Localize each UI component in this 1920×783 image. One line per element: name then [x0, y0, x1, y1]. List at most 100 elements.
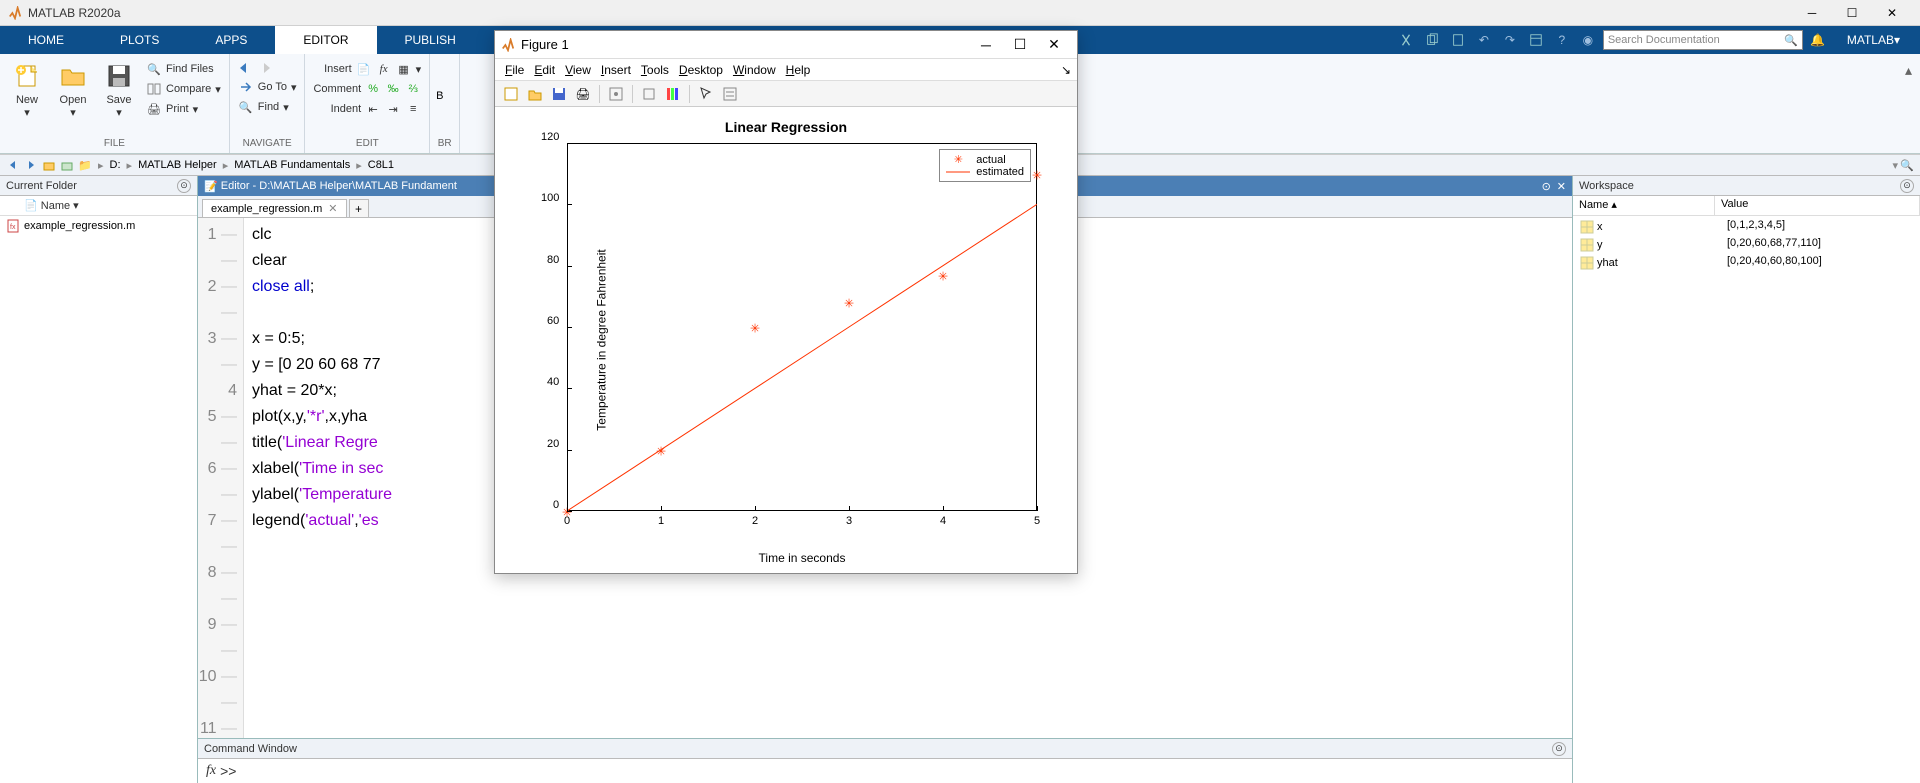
legend[interactable]: ✳actual estimated [939, 149, 1031, 182]
cut-icon[interactable] [1395, 29, 1417, 51]
colorbar-icon[interactable] [663, 84, 683, 104]
current-folder-title: Current Folder [6, 180, 77, 192]
file-item[interactable]: fx example_regression.m [4, 218, 193, 234]
window-titlebar: MATLAB R2020a ─ ☐ ✕ [0, 0, 1920, 26]
figure-menubar: File Edit View Insert Tools Desktop Wind… [495, 59, 1077, 81]
redo-icon[interactable]: ↷ [1499, 29, 1521, 51]
print-button[interactable]: 🖨Print ▾ [144, 100, 223, 118]
editor-tab[interactable]: example_regression.m✕ [202, 199, 347, 217]
panel-menu-icon[interactable]: ⊙ [177, 179, 191, 193]
addr-search-icon[interactable]: 🔍 [1898, 156, 1916, 174]
fig-minimize-button[interactable]: ─ [969, 33, 1003, 57]
addons-icon[interactable]: ◉ [1577, 29, 1599, 51]
editor-path: Editor - D:\MATLAB Helper\MATLAB Fundame… [221, 180, 457, 192]
copy-icon[interactable] [1421, 29, 1443, 51]
compare-button[interactable]: Compare ▾ [144, 80, 223, 98]
rotate-icon[interactable] [639, 84, 659, 104]
tab-apps[interactable]: APPS [187, 26, 275, 54]
minimize-button[interactable]: ─ [1792, 0, 1832, 26]
newfig-icon[interactable] [501, 84, 521, 104]
save-button[interactable]: Save▾ [98, 60, 140, 119]
file-group-label: FILE [6, 138, 223, 151]
workspace-var[interactable]: yhat[0,20,40,60,80,100] [1573, 254, 1920, 272]
data-point: ✳ [750, 318, 760, 337]
ws-col-name[interactable]: Name ▴ [1573, 196, 1715, 215]
legend-line-estimated [946, 168, 970, 176]
figure-window[interactable]: Figure 1 ─ ☐ ✕ File Edit View Insert Too… [494, 30, 1078, 574]
cf-col-name[interactable]: 📄 Name ▾ [24, 199, 79, 212]
workspace-var[interactable]: x[0,1,2,3,4,5] [1573, 218, 1920, 236]
insertlegend-icon[interactable] [720, 84, 740, 104]
tab-editor[interactable]: EDITOR [275, 26, 376, 54]
tab-close-icon[interactable]: ✕ [328, 202, 337, 215]
pointer-icon[interactable] [696, 84, 716, 104]
addr-up-icon[interactable] [40, 156, 58, 174]
crumb-2[interactable]: MATLAB Fundamentals [232, 159, 352, 171]
nav-back-icon[interactable] [236, 60, 258, 76]
editor-menu-icon[interactable]: ⊙ [1542, 180, 1551, 193]
menu-window[interactable]: Window [729, 63, 780, 77]
menu-view[interactable]: View [561, 63, 595, 77]
data-point: ✳ [844, 293, 854, 312]
help-icon[interactable]: ? [1551, 29, 1573, 51]
maximize-button[interactable]: ☐ [1832, 0, 1872, 26]
menu-insert[interactable]: Insert [597, 63, 635, 77]
crumb-3[interactable]: C8L1 [366, 159, 396, 171]
close-button[interactable]: ✕ [1872, 0, 1912, 26]
menu-edit[interactable]: Edit [530, 63, 559, 77]
tab-home[interactable]: HOME [0, 26, 92, 54]
workspace-panel: Workspace⊙ Name ▴ Value x[0,1,2,3,4,5]y[… [1572, 176, 1920, 783]
new-button[interactable]: New▾ [6, 60, 48, 119]
paste-icon[interactable] [1447, 29, 1469, 51]
svg-text:fx: fx [10, 224, 16, 231]
ws-col-value[interactable]: Value [1715, 196, 1920, 215]
goto-button[interactable]: Go To ▾ [236, 78, 299, 96]
mfile-icon: fx [6, 219, 20, 233]
tab-plots[interactable]: PLOTS [92, 26, 187, 54]
editor-close-icon[interactable]: ✕ [1557, 180, 1566, 193]
workspace-var[interactable]: y[0,20,60,68,77,110] [1573, 236, 1920, 254]
matlab-logo-icon [8, 6, 22, 20]
crumb-drive[interactable]: D: [108, 159, 123, 171]
open-button[interactable]: Open▾ [52, 60, 94, 119]
menu-help[interactable]: Help [782, 63, 815, 77]
menu-file[interactable]: File [501, 63, 528, 77]
printfig-icon[interactable]: 🖨 [573, 84, 593, 104]
legend-marker-actual: ✳ [946, 153, 970, 166]
notification-icon[interactable]: 🔔 [1807, 29, 1829, 51]
fx-icon: fx [206, 763, 216, 779]
nav-fwd-icon[interactable] [260, 60, 282, 76]
openfig-icon[interactable] [525, 84, 545, 104]
addr-browse-icon[interactable] [58, 156, 76, 174]
insert-button[interactable]: Insert 📄 fx ▦ ▾ [322, 60, 423, 78]
menu-more-icon[interactable]: ↘ [1061, 63, 1071, 77]
datacursor-icon[interactable] [606, 84, 626, 104]
savefig-icon[interactable] [549, 84, 569, 104]
fig-close-button[interactable]: ✕ [1037, 33, 1071, 57]
data-point: ✳ [1032, 164, 1042, 183]
indent-button[interactable]: Indent ⇤ ⇥ ≡ [329, 100, 424, 118]
fig-maximize-button[interactable]: ☐ [1003, 33, 1037, 57]
addr-fwd-icon[interactable] [22, 156, 40, 174]
collapse-toolstrip-icon[interactable]: ▴ [1901, 58, 1916, 83]
ws-menu-icon[interactable]: ⊙ [1900, 179, 1914, 193]
add-tab-button[interactable]: + [349, 199, 369, 217]
search-input[interactable]: Search Documentation🔍 [1603, 30, 1803, 50]
find-files-button[interactable]: 🔍Find Files [144, 60, 223, 78]
figure-titlebar[interactable]: Figure 1 ─ ☐ ✕ [495, 31, 1077, 59]
matlab-dropdown[interactable]: MATLAB ▾ [1833, 33, 1914, 47]
figure-toolbar: 🖨 [495, 81, 1077, 107]
undo-icon[interactable]: ↶ [1473, 29, 1495, 51]
menu-tools[interactable]: Tools [637, 63, 673, 77]
addr-back-icon[interactable] [4, 156, 22, 174]
find-button[interactable]: 🔍Find ▾ [236, 98, 299, 116]
crumb-1[interactable]: MATLAB Helper [136, 159, 219, 171]
navigate-group-label: NAVIGATE [236, 138, 299, 151]
layout-icon[interactable] [1525, 29, 1547, 51]
comment-button[interactable]: Comment % ‰ ⅔ [311, 80, 423, 98]
cw-menu-icon[interactable]: ⊙ [1552, 742, 1566, 756]
command-prompt[interactable]: fx>> [198, 759, 1572, 783]
axes[interactable]: Linear Regression Temperature in degree … [495, 107, 1077, 573]
tab-publish[interactable]: PUBLISH [377, 26, 484, 54]
menu-desktop[interactable]: Desktop [675, 63, 727, 77]
